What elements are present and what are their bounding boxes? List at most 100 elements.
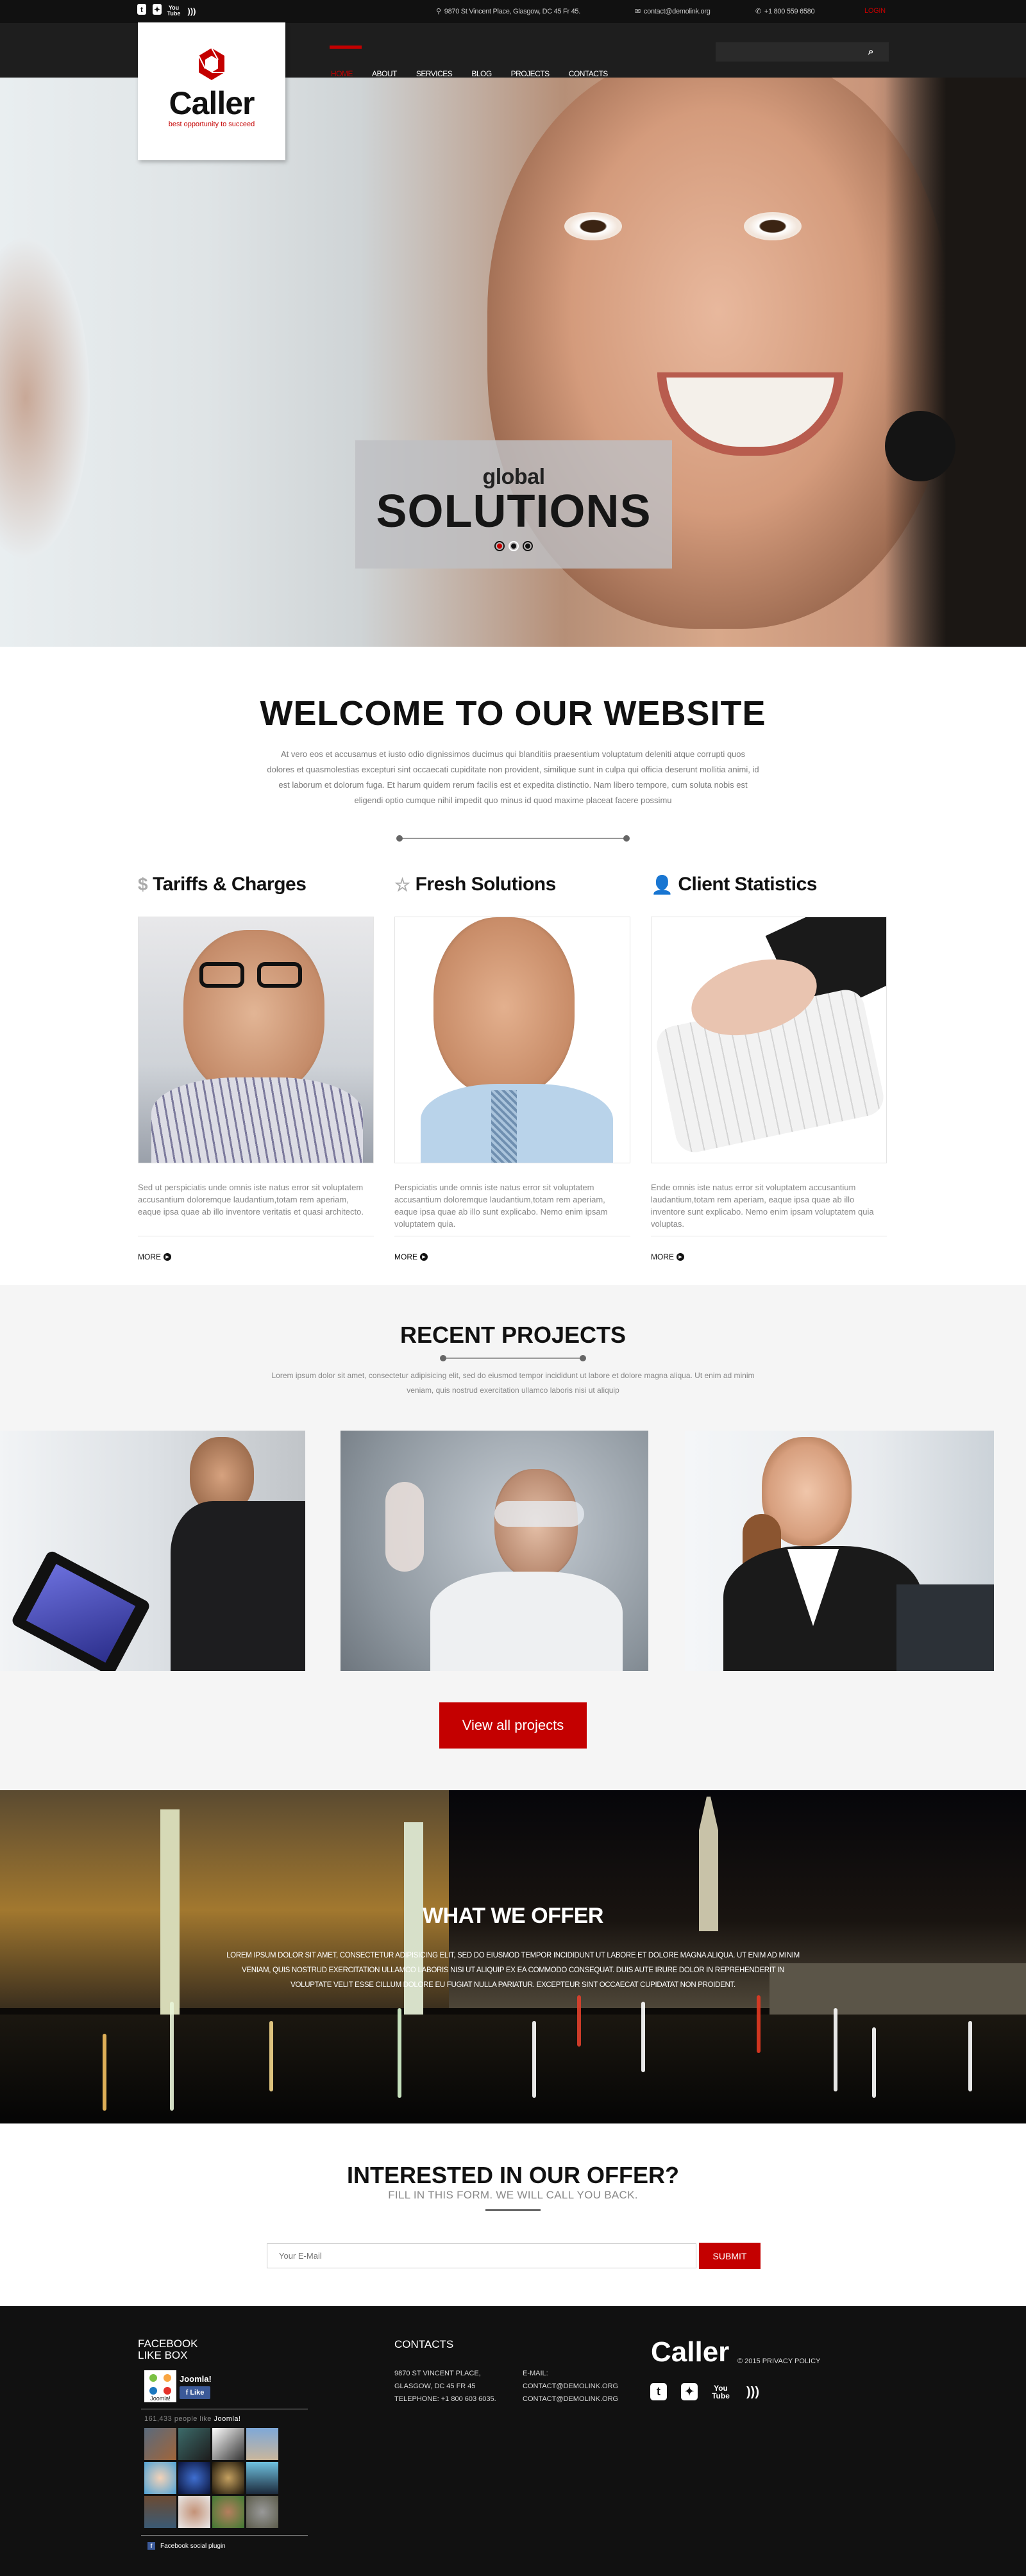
feature-title: Fresh Solutions bbox=[415, 874, 557, 895]
play-circle-icon: ▶ bbox=[677, 1253, 684, 1261]
hero-image-hair bbox=[885, 78, 1026, 647]
slider-dot[interactable] bbox=[523, 541, 533, 551]
nav-item-contacts[interactable]: CONTACTS bbox=[569, 69, 609, 78]
recent-projects-text: Lorem ipsum dolor sit amet, consectetur … bbox=[271, 1371, 755, 1395]
fan-avatar[interactable] bbox=[144, 2496, 176, 2528]
feature-client-statistics: 👤 Client Statistics Ende omnis iste natus… bbox=[651, 872, 887, 1261]
feature-heading: 👤 Client Statistics bbox=[651, 872, 887, 897]
slide-caption-big: SOLUTIONS bbox=[376, 486, 652, 537]
search-icon[interactable]: ⌕ bbox=[868, 46, 873, 57]
joomla-logo-icon[interactable]: Joomla! bbox=[144, 2370, 176, 2402]
nav-item-about[interactable]: ABOUT bbox=[372, 69, 397, 78]
star-icon: ☆ bbox=[394, 874, 410, 895]
rss-icon[interactable]: ))) bbox=[744, 2383, 762, 2401]
feature-image-keyboard-hands bbox=[651, 917, 887, 1163]
user-icon: 👤 bbox=[651, 874, 673, 895]
what-we-offer-title: WHAT WE OFFER bbox=[423, 1904, 603, 1928]
hero-image-eye bbox=[744, 212, 802, 240]
facebook-like-box-title: FACEBOOK LIKE BOX bbox=[138, 2338, 198, 2361]
rss-icon[interactable]: ))) bbox=[186, 4, 198, 18]
feature-title: Client Statistics bbox=[678, 874, 817, 895]
slider-dot[interactable] bbox=[494, 541, 505, 551]
active-nav-indicator bbox=[330, 46, 362, 49]
fb-separator bbox=[141, 2535, 308, 2536]
play-circle-icon: ▶ bbox=[164, 1253, 171, 1261]
tumblr-icon[interactable]: t bbox=[650, 2383, 667, 2400]
view-all-projects-button[interactable]: View all projects bbox=[439, 1702, 587, 1749]
fb-page-name[interactable]: Joomla! bbox=[180, 2374, 212, 2384]
project-image-headset-woman[interactable] bbox=[685, 1431, 994, 1671]
fan-avatar[interactable] bbox=[212, 2462, 244, 2494]
more-link[interactable]: MORE ▶ bbox=[651, 1252, 887, 1261]
fb-social-plugin[interactable]: f Facebook social plugin bbox=[147, 2542, 226, 2550]
slider-dot[interactable] bbox=[509, 541, 519, 551]
youtube-icon[interactable]: You Tube bbox=[712, 2383, 730, 2401]
tumblr-icon[interactable]: t bbox=[137, 4, 146, 15]
welcome-text: At vero eos et accusamus et iusto odio d… bbox=[267, 749, 759, 805]
more-link[interactable]: MORE ▶ bbox=[138, 1252, 374, 1261]
footer-email-link[interactable]: CONTACT@DEMOLINK.ORG bbox=[523, 2393, 618, 2406]
top-social-links: t ✦ You Tube ))) bbox=[137, 4, 198, 18]
fan-avatar[interactable] bbox=[212, 2496, 244, 2528]
fb-like-count: 161,433 people like Joomla! bbox=[144, 2415, 241, 2423]
hero-image-eye bbox=[564, 212, 622, 240]
nav-item-home[interactable]: HOME bbox=[331, 69, 353, 78]
play-circle-icon: ▶ bbox=[420, 1253, 428, 1261]
logo-name: Caller bbox=[169, 85, 255, 121]
login-link[interactable]: LOGIN bbox=[864, 7, 886, 15]
feature-text: Sed ut perspiciatis unde omnis iste natu… bbox=[138, 1183, 364, 1217]
logo-tagline: best opportunity to succeed bbox=[168, 120, 255, 128]
welcome-title: WELCOME TO OUR WEBSITE bbox=[260, 694, 766, 733]
submit-button[interactable]: SUBMIT bbox=[699, 2243, 761, 2269]
footer-social-links: t ✦ You Tube ))) bbox=[650, 2383, 762, 2401]
feature-fresh-solutions: ☆ Fresh Solutions Perspiciatis unde omnis… bbox=[394, 872, 630, 1261]
feature-title: Tariffs & Charges bbox=[153, 874, 307, 895]
more-link[interactable]: MORE ▶ bbox=[394, 1252, 630, 1261]
footer-email-link[interactable]: CONTACT@DEMOLINK.ORG bbox=[523, 2380, 618, 2393]
slider-pagination bbox=[355, 541, 672, 551]
interested-divider bbox=[485, 2209, 541, 2211]
feature-image-man-glasses bbox=[138, 917, 374, 1163]
project-image-tablet-man[interactable] bbox=[0, 1431, 305, 1671]
feature-image-man-headset bbox=[394, 917, 630, 1163]
fan-avatar[interactable] bbox=[144, 2462, 176, 2494]
what-we-offer-text: LOREM IPSUM DOLOR SIT AMET, CONSECTETUR … bbox=[226, 1952, 800, 1989]
top-email[interactable]: ✉ contact@demolink.org bbox=[635, 7, 711, 16]
fan-avatar[interactable] bbox=[144, 2428, 176, 2460]
top-address: ⚲ 9870 St Vincent Place, Glasgow, DC 45 … bbox=[436, 7, 580, 16]
footer-logo[interactable]: Caller bbox=[651, 2336, 729, 2368]
svg-text:Joomla!: Joomla! bbox=[150, 2395, 171, 2402]
money-bag-icon: $ bbox=[138, 874, 148, 894]
fan-avatar[interactable] bbox=[178, 2428, 210, 2460]
nav-item-blog[interactable]: BLOG bbox=[471, 69, 492, 78]
fan-avatar[interactable] bbox=[246, 2428, 278, 2460]
feature-tariffs: $ Tariffs & Charges Sed ut perspiciatis u… bbox=[138, 872, 374, 1261]
site-logo[interactable]: Caller best opportunity to succeed bbox=[138, 22, 285, 160]
interested-title: INTERESTED IN OUR OFFER? bbox=[346, 2162, 679, 2188]
fan-avatar[interactable] bbox=[178, 2496, 210, 2528]
hero-image-headset bbox=[885, 411, 955, 481]
fb-like-button[interactable]: f Like bbox=[180, 2386, 210, 2399]
fan-avatar[interactable] bbox=[246, 2462, 278, 2494]
fan-avatar[interactable] bbox=[178, 2462, 210, 2494]
footer-contacts-title: CONTACTS bbox=[394, 2338, 454, 2350]
location-pin-icon: ⚲ bbox=[436, 8, 441, 15]
feature-text: Ende omnis iste natus error sit voluptat… bbox=[651, 1183, 874, 1229]
fan-avatar[interactable] bbox=[212, 2428, 244, 2460]
fan-avatar[interactable] bbox=[246, 2496, 278, 2528]
search-input[interactable] bbox=[716, 42, 889, 62]
twitter-icon[interactable]: ✦ bbox=[153, 4, 162, 15]
youtube-icon[interactable]: You Tube bbox=[167, 4, 181, 18]
feature-heading: $ Tariffs & Charges bbox=[138, 872, 374, 897]
footer-copyright[interactable]: © 2015 PRIVACY POLICY bbox=[737, 2357, 820, 2365]
nav-menu: HOME ABOUT SERVICES BLOG PROJECTS CONTAC… bbox=[330, 46, 609, 78]
nav-item-projects[interactable]: PROJECTS bbox=[511, 69, 550, 78]
twitter-icon[interactable]: ✦ bbox=[681, 2383, 698, 2400]
nav-item-services[interactable]: SERVICES bbox=[416, 69, 453, 78]
hero-bg-blur bbox=[0, 238, 90, 558]
logo-hexagon-icon bbox=[198, 47, 224, 80]
project-image-goggles-woman[interactable] bbox=[341, 1431, 648, 1671]
phone-icon: ✆ bbox=[755, 8, 761, 15]
feature-text: Perspiciatis unde omnis iste natus error… bbox=[394, 1183, 608, 1229]
email-field[interactable] bbox=[267, 2243, 696, 2268]
